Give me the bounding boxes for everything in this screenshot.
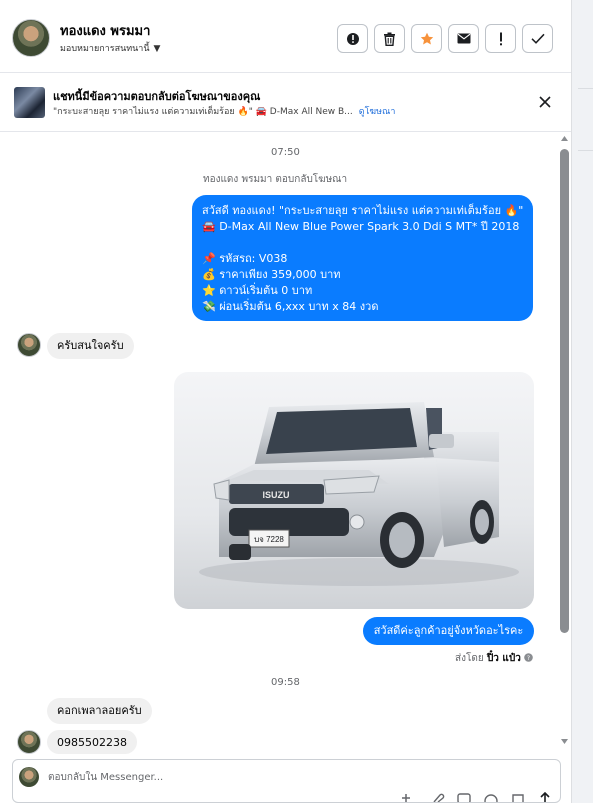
license-plate: บจ 7228 (254, 535, 284, 544)
divider (578, 88, 593, 89)
conversation-header: ทองแดง พรมมา มอบหมายการสนทนานี้ ▼ (0, 0, 571, 73)
message-line (202, 235, 523, 251)
exclamation-icon (499, 32, 502, 45)
scroll-down-arrow-icon[interactable] (560, 737, 569, 746)
message-line: 🚘 D-Max All New Blue Power Spark 3.0 Ddi… (202, 220, 520, 233)
assign-conversation-dropdown[interactable]: มอบหมายการสนทนานี้ ▼ (60, 41, 160, 55)
message-line: 📌 รหัสรถ: V038 (202, 252, 288, 265)
conversation-panel: ทองแดง พรมมา มอบหมายการสนทนานี้ ▼ แชทนี้… (0, 0, 572, 803)
assign-label: มอบหมายการสนทนานี้ (60, 44, 150, 54)
view-ad-link[interactable]: ดูโฆษณา (359, 107, 396, 117)
timestamp: 09:58 (271, 677, 300, 688)
sender-avatar[interactable] (17, 333, 41, 357)
outgoing-agent-message[interactable]: สวัสดีค่ะลูกค้าอยู่จังหวัดอะไรคะ (363, 617, 534, 645)
timestamp: 07:50 (271, 147, 300, 158)
message-line: 💰 ราคาเพียง 359,000 บาท (202, 268, 341, 281)
outgoing-ad-message[interactable]: สวัสดี ทองแดง! "กระบะสายลุย ราคาไม่แรง แ… (192, 195, 533, 321)
sender-avatar[interactable] (17, 730, 41, 754)
ad-banner-subtitle: "กระบะสายลุย ราคาไม่แรง แต่ความเท่เต็มร้… (53, 104, 395, 118)
scroll-up-arrow-icon[interactable] (560, 134, 569, 143)
page-avatar (19, 767, 39, 787)
follow-up-button[interactable] (485, 24, 516, 53)
incoming-message[interactable]: 0985502238 (47, 730, 137, 754)
divider (578, 150, 593, 151)
star-icon (420, 32, 433, 44)
incoming-message[interactable]: ครับสนใจครับ (47, 333, 134, 359)
saved-reply-icon[interactable] (511, 792, 525, 802)
sent-by-prefix: ส่งโดย (455, 653, 484, 664)
message-line: ⭐ ดาวน์เริ่มต้น 0 บาท (202, 284, 313, 297)
message-line: 💸 ผ่อนเริ่มต้น 6,xxx บาท x 84 งวด (202, 300, 379, 313)
ad-snippet: "กระบะสายลุย ราคาไม่แรง แต่ความเท่เต็มร้… (53, 107, 353, 117)
trash-icon (384, 32, 395, 46)
star-button[interactable] (411, 24, 442, 53)
header-actions (337, 24, 553, 53)
pickup-truck-image: ISUZU บจ 7228 (174, 372, 534, 609)
car-photo[interactable]: ISUZU บจ 7228 (174, 372, 534, 609)
send-icon[interactable] (538, 792, 552, 802)
scrollbar-thumb[interactable] (560, 149, 569, 633)
gif-icon[interactable] (457, 792, 471, 802)
emoji-icon[interactable] (484, 792, 498, 802)
report-button[interactable] (337, 24, 368, 53)
svg-text:?: ? (527, 655, 530, 662)
delete-button[interactable] (374, 24, 405, 53)
right-edge-panel (572, 0, 593, 803)
close-icon[interactable] (537, 94, 553, 110)
message-line: สวัสดี ทองแดง! "กระบะสายลุย ราคาไม่แรง แ… (202, 204, 524, 217)
ad-thumbnail (14, 87, 45, 118)
incoming-message[interactable]: คอกเพลาลอยครับ (47, 698, 152, 724)
contact-name[interactable]: ทองแดง พรมมา (60, 20, 150, 41)
paperclip-icon[interactable] (431, 792, 445, 802)
report-icon (346, 32, 359, 45)
sent-by-info: ส่งโดย ปิ๋ว แป๋ว ? (455, 651, 533, 666)
ad-banner-title: แชทนี้มีข้อความตอบกลับต่อโฆษณาของคุณ (53, 90, 261, 103)
isuzu-badge: ISUZU (263, 490, 290, 500)
system-note: ทองแดง พรมมา ตอบกลับโฆษณา (203, 174, 348, 185)
mark-unread-button[interactable] (448, 24, 479, 53)
reply-input[interactable] (48, 769, 528, 785)
caret-down-icon: ▼ (153, 44, 161, 54)
info-icon[interactable]: ? (524, 653, 533, 662)
mail-icon (457, 33, 470, 44)
sent-by-name: ปิ๋ว แป๋ว (486, 653, 521, 664)
check-icon (530, 33, 545, 44)
mark-done-button[interactable] (522, 24, 553, 53)
contact-avatar[interactable] (12, 19, 50, 57)
add-attachment-icon[interactable] (402, 792, 416, 802)
